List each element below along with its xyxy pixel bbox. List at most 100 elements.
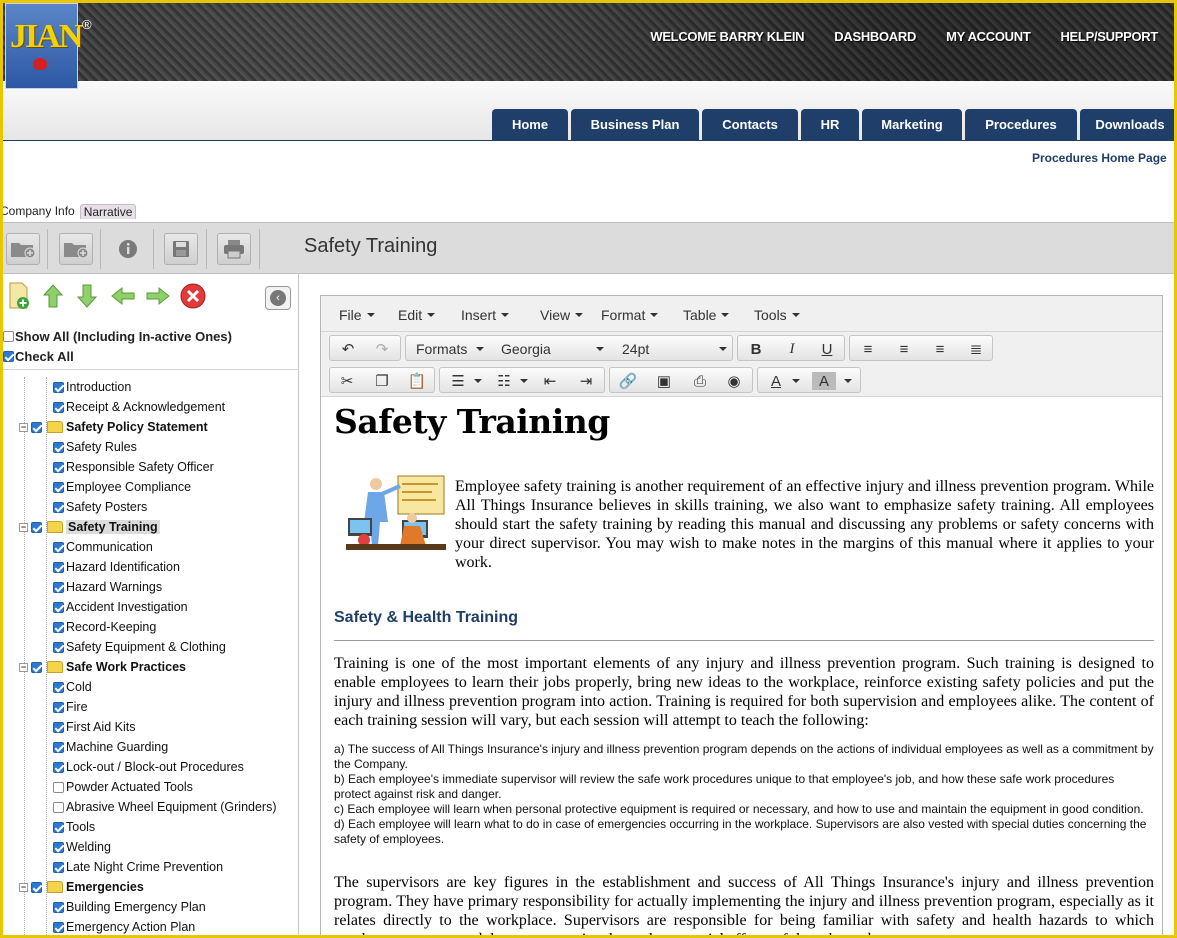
tree-item-checkbox[interactable]: [53, 681, 64, 693]
tree-item[interactable]: Machine Guarding: [53, 737, 168, 757]
tree-item[interactable]: Emergency Action Plan: [53, 917, 195, 935]
tree-item[interactable]: Receipt & Acknowledgement: [53, 397, 225, 417]
chevron-down-icon[interactable]: [520, 379, 528, 383]
tree-item-checkbox[interactable]: [31, 421, 42, 433]
image-icon[interactable]: ▣: [652, 372, 676, 390]
tree-item-checkbox[interactable]: [53, 541, 64, 553]
tree-item-checkbox[interactable]: [53, 741, 64, 753]
tree-item-checkbox[interactable]: [53, 401, 64, 413]
tree-item-checkbox[interactable]: [53, 621, 64, 633]
collapse-panel-button[interactable]: ‹: [265, 286, 291, 310]
tree-item[interactable]: − Safety Policy Statement: [19, 417, 208, 437]
align-right-icon[interactable]: ≡: [928, 340, 952, 358]
tree-item[interactable]: Responsible Safety Officer: [53, 457, 214, 477]
print-icon[interactable]: ⎙: [688, 372, 712, 390]
outdent-icon[interactable]: ⇤: [538, 372, 562, 390]
tree-item[interactable]: − Safety Training: [19, 517, 160, 537]
menu-insert[interactable]: Insert: [461, 307, 509, 323]
subtab-narrative[interactable]: Narrative: [79, 204, 137, 219]
align-center-icon[interactable]: ≡: [892, 340, 916, 358]
tab-procedures[interactable]: Procedures: [965, 109, 1077, 141]
breadcrumb[interactable]: Procedures Home Page: [1032, 151, 1167, 165]
align-justify-icon[interactable]: ≣: [964, 340, 988, 358]
underline-icon[interactable]: U: [815, 340, 839, 358]
chevron-down-icon[interactable]: [844, 379, 852, 383]
menu-format[interactable]: Format: [601, 307, 658, 323]
numbered-list-icon[interactable]: ☷: [492, 372, 516, 390]
jian-logo[interactable]: JIAN: [5, 3, 83, 89]
preview-eye-icon[interactable]: ◉: [722, 372, 746, 390]
tree-item-checkbox[interactable]: [53, 441, 64, 453]
tree-item-checkbox[interactable]: [31, 521, 42, 533]
tree-item[interactable]: Abrasive Wheel Equipment (Grinders): [53, 797, 277, 817]
tab-business-plan[interactable]: Business Plan: [571, 109, 699, 141]
move-down-button[interactable]: [73, 281, 101, 311]
tree-item-checkbox[interactable]: [53, 481, 64, 493]
add-folder-button[interactable]: [6, 233, 40, 265]
chevron-down-icon[interactable]: [792, 379, 800, 383]
tree-item-checkbox[interactable]: [53, 561, 64, 573]
tree-item[interactable]: Employee Compliance: [53, 477, 191, 497]
menu-table[interactable]: Table: [683, 307, 729, 323]
my-account-link[interactable]: MY ACCOUNT: [946, 29, 1031, 44]
tree-item-checkbox[interactable]: [53, 641, 64, 653]
tree-item[interactable]: Powder Actuated Tools: [53, 777, 193, 797]
tree-item[interactable]: − Emergencies: [19, 877, 144, 897]
tree-item[interactable]: Tools: [53, 817, 95, 837]
help-support-link[interactable]: HELP/SUPPORT: [1060, 29, 1158, 44]
tree-item-checkbox[interactable]: [53, 601, 64, 613]
tree-item[interactable]: First Aid Kits: [53, 717, 135, 737]
tree-item-checkbox[interactable]: [53, 501, 64, 513]
info-button[interactable]: [111, 233, 145, 265]
font-family-dropdown[interactable]: Georgia: [501, 341, 551, 357]
welcome-link[interactable]: WELCOME BARRY KLEIN: [650, 29, 804, 44]
align-left-icon[interactable]: ≡: [856, 340, 880, 358]
tree-item[interactable]: Communication: [53, 537, 153, 557]
font-size-dropdown[interactable]: 24pt: [622, 341, 649, 357]
tree-item-checkbox[interactable]: [53, 901, 64, 913]
link-icon[interactable]: 🔗: [616, 372, 640, 390]
show-all-checkbox[interactable]: [3, 331, 14, 342]
subtab-company-info[interactable]: Company Info: [3, 204, 75, 219]
tree-item[interactable]: Safety Posters: [53, 497, 147, 517]
move-up-button[interactable]: [39, 281, 67, 311]
tab-home[interactable]: Home: [492, 109, 568, 141]
collapse-toggle-icon[interactable]: −: [19, 662, 28, 672]
cut-icon[interactable]: ✂: [335, 372, 359, 390]
indent-button[interactable]: [144, 281, 172, 311]
italic-icon[interactable]: I: [780, 340, 804, 358]
tree-item[interactable]: Accident Investigation: [53, 597, 188, 617]
menu-view[interactable]: View: [540, 307, 583, 323]
bullet-list-icon[interactable]: ☰: [446, 372, 470, 390]
menu-edit[interactable]: Edit: [398, 307, 435, 323]
tree-item-checkbox[interactable]: [53, 781, 64, 793]
tree-item-checkbox[interactable]: [53, 801, 64, 813]
tree-item[interactable]: Record-Keeping: [53, 617, 156, 637]
tab-downloads[interactable]: Downloads: [1080, 109, 1174, 141]
tree-item-checkbox[interactable]: [53, 581, 64, 593]
tree-item-checkbox[interactable]: [53, 841, 64, 853]
tree-item[interactable]: Safety Equipment & Clothing: [53, 637, 226, 657]
tab-hr[interactable]: HR: [801, 109, 859, 141]
add-subfolder-button[interactable]: [59, 233, 93, 265]
redo-icon[interactable]: ↷: [370, 340, 394, 358]
tab-contacts[interactable]: Contacts: [702, 109, 798, 141]
tree-item[interactable]: Late Night Crime Prevention: [53, 857, 223, 877]
chevron-down-icon[interactable]: [474, 379, 482, 383]
text-color-icon[interactable]: A: [764, 372, 788, 390]
background-color-icon[interactable]: A: [812, 372, 836, 390]
tree-item[interactable]: Hazard Identification: [53, 557, 180, 577]
dashboard-link[interactable]: DASHBOARD: [834, 29, 916, 44]
collapse-toggle-icon[interactable]: −: [19, 522, 28, 532]
copy-icon[interactable]: ❐: [370, 372, 394, 390]
collapse-toggle-icon[interactable]: −: [19, 422, 28, 432]
print-button[interactable]: [217, 233, 251, 265]
tree-item[interactable]: Introduction: [53, 377, 131, 397]
tree-item-checkbox[interactable]: [53, 821, 64, 833]
tree-item[interactable]: Cold: [53, 677, 92, 697]
check-all-checkbox[interactable]: [3, 351, 14, 362]
undo-icon[interactable]: ↶: [336, 340, 360, 358]
tree-item[interactable]: Lock-out / Block-out Procedures: [53, 757, 244, 777]
save-button[interactable]: [164, 233, 198, 265]
tree-item-checkbox[interactable]: [53, 761, 64, 773]
